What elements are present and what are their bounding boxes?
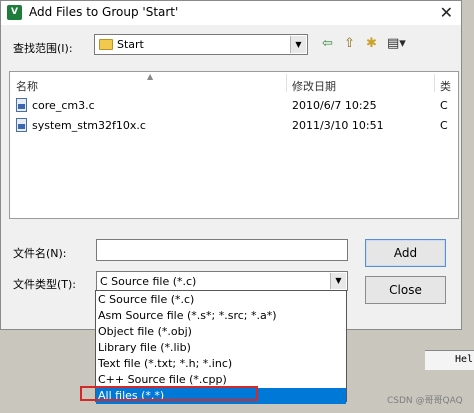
lookin-label: 查找范围(I): [13,42,73,55]
filename-label: 文件名(N): [13,247,67,260]
filetype-option[interactable]: C Source file (*.c) [96,292,346,308]
folder-icon [99,39,113,50]
filename-input[interactable] [96,239,348,261]
up-folder-icon[interactable]: ⇧ [344,36,355,52]
watermark: CSDN @哥哥QAQ [387,396,463,406]
file-row[interactable]: core_cm3.c 2010/6/7 10:25 C [10,97,458,115]
background-button: Hel [425,350,474,370]
add-files-dialog: V Add Files to Group 'Start' ✕ 查找范围(I): … [0,0,462,330]
c-file-icon [16,118,27,132]
column-divider[interactable] [286,74,287,92]
filetype-option[interactable]: Text file (*.txt; *.h; *.inc) [96,356,346,372]
add-button[interactable]: Add [365,239,446,267]
file-date: 2011/3/10 10:51 [292,119,384,132]
filetype-label: 文件类型(T): [13,278,77,291]
c-file-icon [16,98,27,112]
annotation-highlight-box [80,386,258,401]
column-header-name[interactable]: 名称 [16,78,38,94]
filetype-option[interactable]: Object file (*.obj) [96,324,346,340]
chevron-down-icon[interactable]: ▼ [290,36,306,53]
file-name: system_stm32f10x.c [32,119,146,132]
file-list[interactable]: ▲ 名称 修改日期 类 core_cm3.c 2010/6/7 10:25 C … [9,71,459,219]
filetype-option[interactable]: Asm Source file (*.s*; *.src; *.a*) [96,308,346,324]
background-button-label: Hel [455,354,474,365]
lookin-combo[interactable]: Start ▼ [94,34,308,55]
app-icon: V [7,5,22,20]
filetype-option[interactable]: Library file (*.lib) [96,340,346,356]
new-folder-icon[interactable]: ✱ [366,36,377,52]
file-date: 2010/6/7 10:25 [292,99,377,112]
title-bar: V Add Files to Group 'Start' ✕ [1,1,461,25]
close-icon[interactable]: ✕ [440,3,453,22]
file-type: C [440,119,448,132]
close-button[interactable]: Close [365,276,446,304]
sort-ascending-icon: ▲ [147,72,154,81]
back-arrow-icon[interactable]: ⇦ [322,36,333,52]
column-header-type[interactable]: 类 [440,78,451,94]
lookin-value: Start [117,38,144,51]
file-row[interactable]: system_stm32f10x.c 2011/3/10 10:51 C [10,117,458,135]
chevron-down-icon[interactable]: ▼ [330,273,346,289]
filetype-selected: C Source file (*.c) [100,275,197,288]
column-header-date[interactable]: 修改日期 [292,78,336,94]
file-type: C [440,99,448,112]
column-divider[interactable] [434,74,435,92]
filetype-select[interactable]: C Source file (*.c) ▼ [96,271,348,291]
view-menu-icon[interactable]: ▤▾ [387,36,406,52]
window-title: Add Files to Group 'Start' [29,5,179,19]
file-name: core_cm3.c [32,99,95,112]
